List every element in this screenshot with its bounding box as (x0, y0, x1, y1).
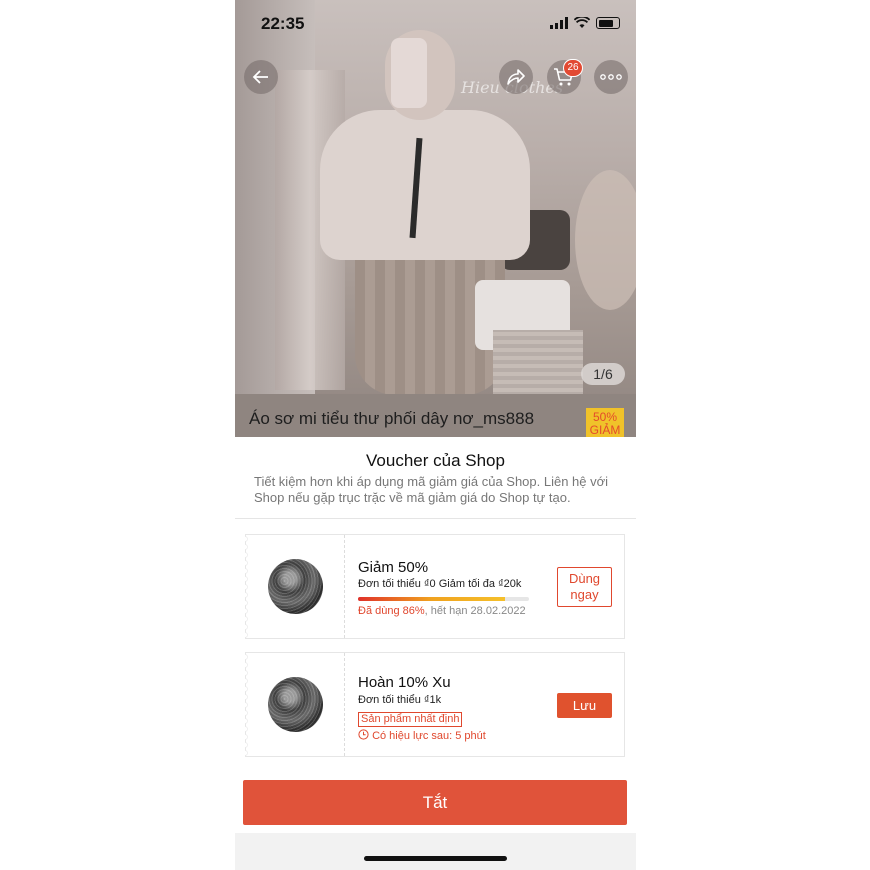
more-button[interactable] (594, 60, 628, 94)
voucher-name: Giảm 50% (358, 559, 429, 576)
use-now-button[interactable]: Dùng ngay (557, 567, 612, 607)
save-voucher-button[interactable]: Lưu (557, 693, 612, 718)
photo-blouse (320, 110, 530, 260)
status-time: 22:35 (261, 14, 305, 33)
home-indicator (364, 856, 507, 861)
sheet-description: Tiết kiệm hơn khi áp dụng mã giảm giá củ… (254, 474, 609, 505)
expiry-date: , hết hạn 28.02.2022 (424, 605, 526, 617)
divider (235, 518, 636, 519)
usage-percent: Đã dùng 86% (358, 605, 425, 617)
usage-progress-bar (358, 597, 529, 601)
discount-badge-label: GIẢM (589, 423, 621, 437)
sheet-title: Voucher của Shop (366, 451, 505, 470)
product-restriction-tag: Sản phẩm nhất định (358, 712, 463, 727)
image-index: 1/6 (581, 363, 625, 385)
photo-basket (493, 330, 583, 400)
voucher-name: Hoàn 10% Xu (358, 674, 451, 691)
discount-badge: 50% GIẢM (586, 408, 624, 437)
phone-screen: Hieu clothes 22:35 26 1/6 Áo sơ mi tiểu … (235, 0, 636, 870)
share-icon (507, 69, 525, 85)
usage-text: Đã dùng 86%, hết hạn 28.02.2022 (358, 605, 526, 617)
validity-label: Có hiệu lực sau: 5 phút (372, 730, 486, 742)
cart-count-badge: 26 (563, 59, 583, 77)
status-bar: 22:35 (235, 0, 636, 48)
wifi-icon (574, 17, 590, 28)
voucher-image-area (245, 535, 345, 638)
usage-progress-fill (358, 597, 506, 601)
voucher-card: Giảm 50% Đơn tối thiểu ₫0 Giảm tối đa ₫2… (245, 534, 625, 639)
voucher-image-area (245, 653, 345, 756)
cellular-signal-icon (550, 17, 568, 29)
shop-logo (268, 677, 323, 732)
photo-pampas (575, 170, 636, 310)
status-icons (550, 17, 620, 29)
photo-phone (391, 38, 427, 108)
voucher-condition: Đơn tối thiểu ₫0 Giảm tối đa ₫20k (358, 578, 522, 590)
validity-text: Có hiệu lực sau: 5 phút (358, 729, 486, 742)
shop-logo (268, 559, 323, 614)
back-button[interactable] (244, 60, 278, 94)
voucher-card: Hoàn 10% Xu Đơn tối thiểu ₫1k Sản phẩm n… (245, 652, 625, 757)
arrow-left-icon (252, 70, 268, 84)
voucher-sheet: Voucher của Shop Tiết kiệm hơn khi áp dụ… (235, 437, 636, 833)
product-title: Áo sơ mi tiểu thư phối dây nơ_ms888 (249, 409, 535, 428)
close-button[interactable]: Tắt (243, 780, 627, 825)
more-horizontal-icon (600, 74, 622, 80)
share-button[interactable] (499, 60, 533, 94)
clock-icon (358, 729, 369, 740)
battery-icon (596, 17, 620, 29)
voucher-condition: Đơn tối thiểu ₫1k (358, 694, 442, 706)
